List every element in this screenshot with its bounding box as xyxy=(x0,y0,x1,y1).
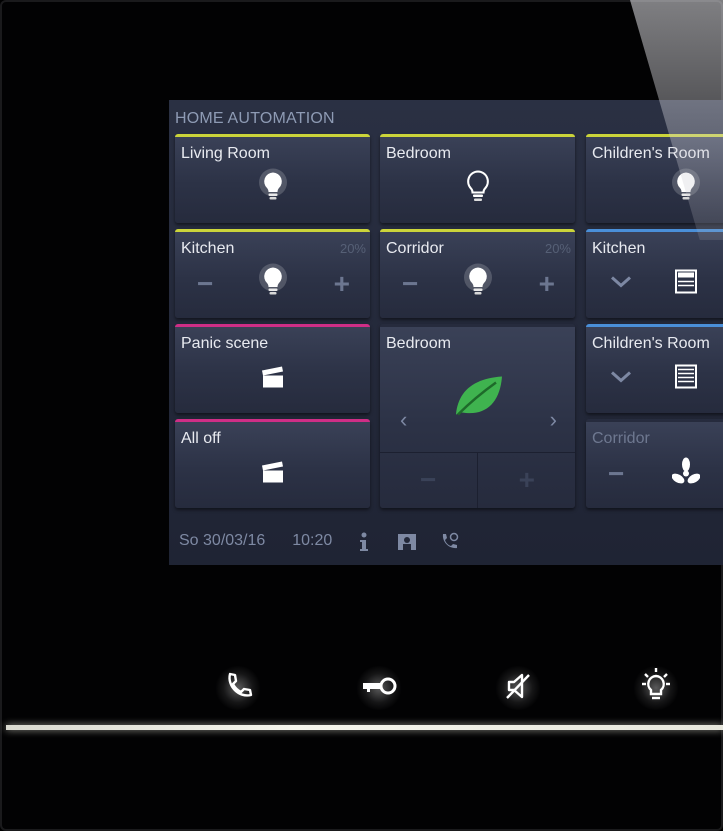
tile-corridor-fan[interactable]: Corridor − xyxy=(586,419,723,508)
status-light-bar xyxy=(6,725,723,730)
tile-label: Living Room xyxy=(181,145,270,162)
bulb-off-icon xyxy=(463,169,493,210)
call-button[interactable] xyxy=(208,660,268,716)
fan-icon xyxy=(671,457,701,491)
light-icon xyxy=(636,667,676,709)
screen-title: HOME AUTOMATION xyxy=(175,110,335,127)
dim-up-button[interactable]: + xyxy=(539,270,555,298)
tile-label: Corridor xyxy=(386,240,444,257)
intercom-device: HOME AUTOMATION Living Room Bedroom Chil… xyxy=(0,0,723,831)
dimmer-percent: 20% xyxy=(544,241,571,256)
light-button[interactable] xyxy=(626,660,686,716)
blind-icon xyxy=(675,269,697,299)
dim-down-button[interactable]: − xyxy=(402,270,418,298)
tile-childrens-room-light[interactable]: Children's Room xyxy=(586,134,723,223)
leaf-icon xyxy=(452,375,504,424)
chevron-left-icon[interactable]: ‹ xyxy=(400,407,407,433)
key-icon xyxy=(359,675,399,702)
tile-label: Children's Room xyxy=(592,335,710,352)
scene-clapper-icon xyxy=(260,460,286,489)
fan-down-button[interactable]: − xyxy=(608,460,624,488)
door-open-button[interactable] xyxy=(349,660,409,716)
blind-icon xyxy=(675,364,697,394)
bulb-on-icon xyxy=(256,167,290,212)
divider xyxy=(477,453,478,508)
dimmer-percent: 20% xyxy=(339,241,366,256)
call-forward-icon[interactable] xyxy=(439,532,459,557)
tile-label: Panic scene xyxy=(181,335,269,352)
bulb-on-icon xyxy=(461,262,495,307)
door-camera-icon[interactable] xyxy=(397,532,417,557)
setpoint-down-button[interactable]: − xyxy=(420,466,436,494)
tile-bedroom-light[interactable]: Bedroom xyxy=(380,134,575,223)
status-bar: So 30/03/16 10:20 xyxy=(179,532,332,550)
tile-corridor-dimmer[interactable]: Corridor 20% − + xyxy=(380,229,575,318)
info-icon[interactable] xyxy=(357,532,371,557)
tile-label: Bedroom xyxy=(386,335,451,352)
tile-label: All off xyxy=(181,430,221,447)
tile-label: Kitchen xyxy=(592,240,646,257)
bulb-on-icon xyxy=(669,167,703,212)
bulb-on-icon xyxy=(256,262,290,307)
home-automation-screen: HOME AUTOMATION Living Room Bedroom Chil… xyxy=(169,100,723,565)
tile-kitchen-dimmer[interactable]: Kitchen 20% − + xyxy=(175,229,370,318)
setpoint-up-button[interactable]: + xyxy=(519,466,535,494)
status-time: 10:20 xyxy=(292,532,333,549)
chevron-down-icon[interactable] xyxy=(610,275,632,294)
tile-label: Kitchen xyxy=(181,240,235,257)
tile-label: Bedroom xyxy=(386,145,451,162)
tile-all-off[interactable]: All off xyxy=(175,419,370,508)
chevron-right-icon[interactable]: › xyxy=(550,407,557,433)
scene-clapper-icon xyxy=(260,365,286,394)
chevron-down-icon[interactable] xyxy=(610,370,632,389)
tile-label: Corridor xyxy=(592,430,650,447)
dim-up-button[interactable]: + xyxy=(334,270,350,298)
tile-panic-scene[interactable]: Panic scene xyxy=(175,324,370,413)
dim-down-button[interactable]: − xyxy=(197,270,213,298)
tile-living-room[interactable]: Living Room xyxy=(175,134,370,223)
mute-button[interactable] xyxy=(488,660,548,716)
tile-kitchen-blind[interactable]: Kitchen xyxy=(586,229,723,318)
mute-icon xyxy=(503,671,533,706)
tile-bedroom-climate[interactable]: Bedroom ‹ › − + xyxy=(380,324,575,508)
phone-icon xyxy=(223,671,253,706)
tile-childrens-room-blind[interactable]: Children's Room xyxy=(586,324,723,413)
tile-label: Children's Room xyxy=(592,145,710,162)
status-date: So 30/03/16 xyxy=(179,532,266,549)
